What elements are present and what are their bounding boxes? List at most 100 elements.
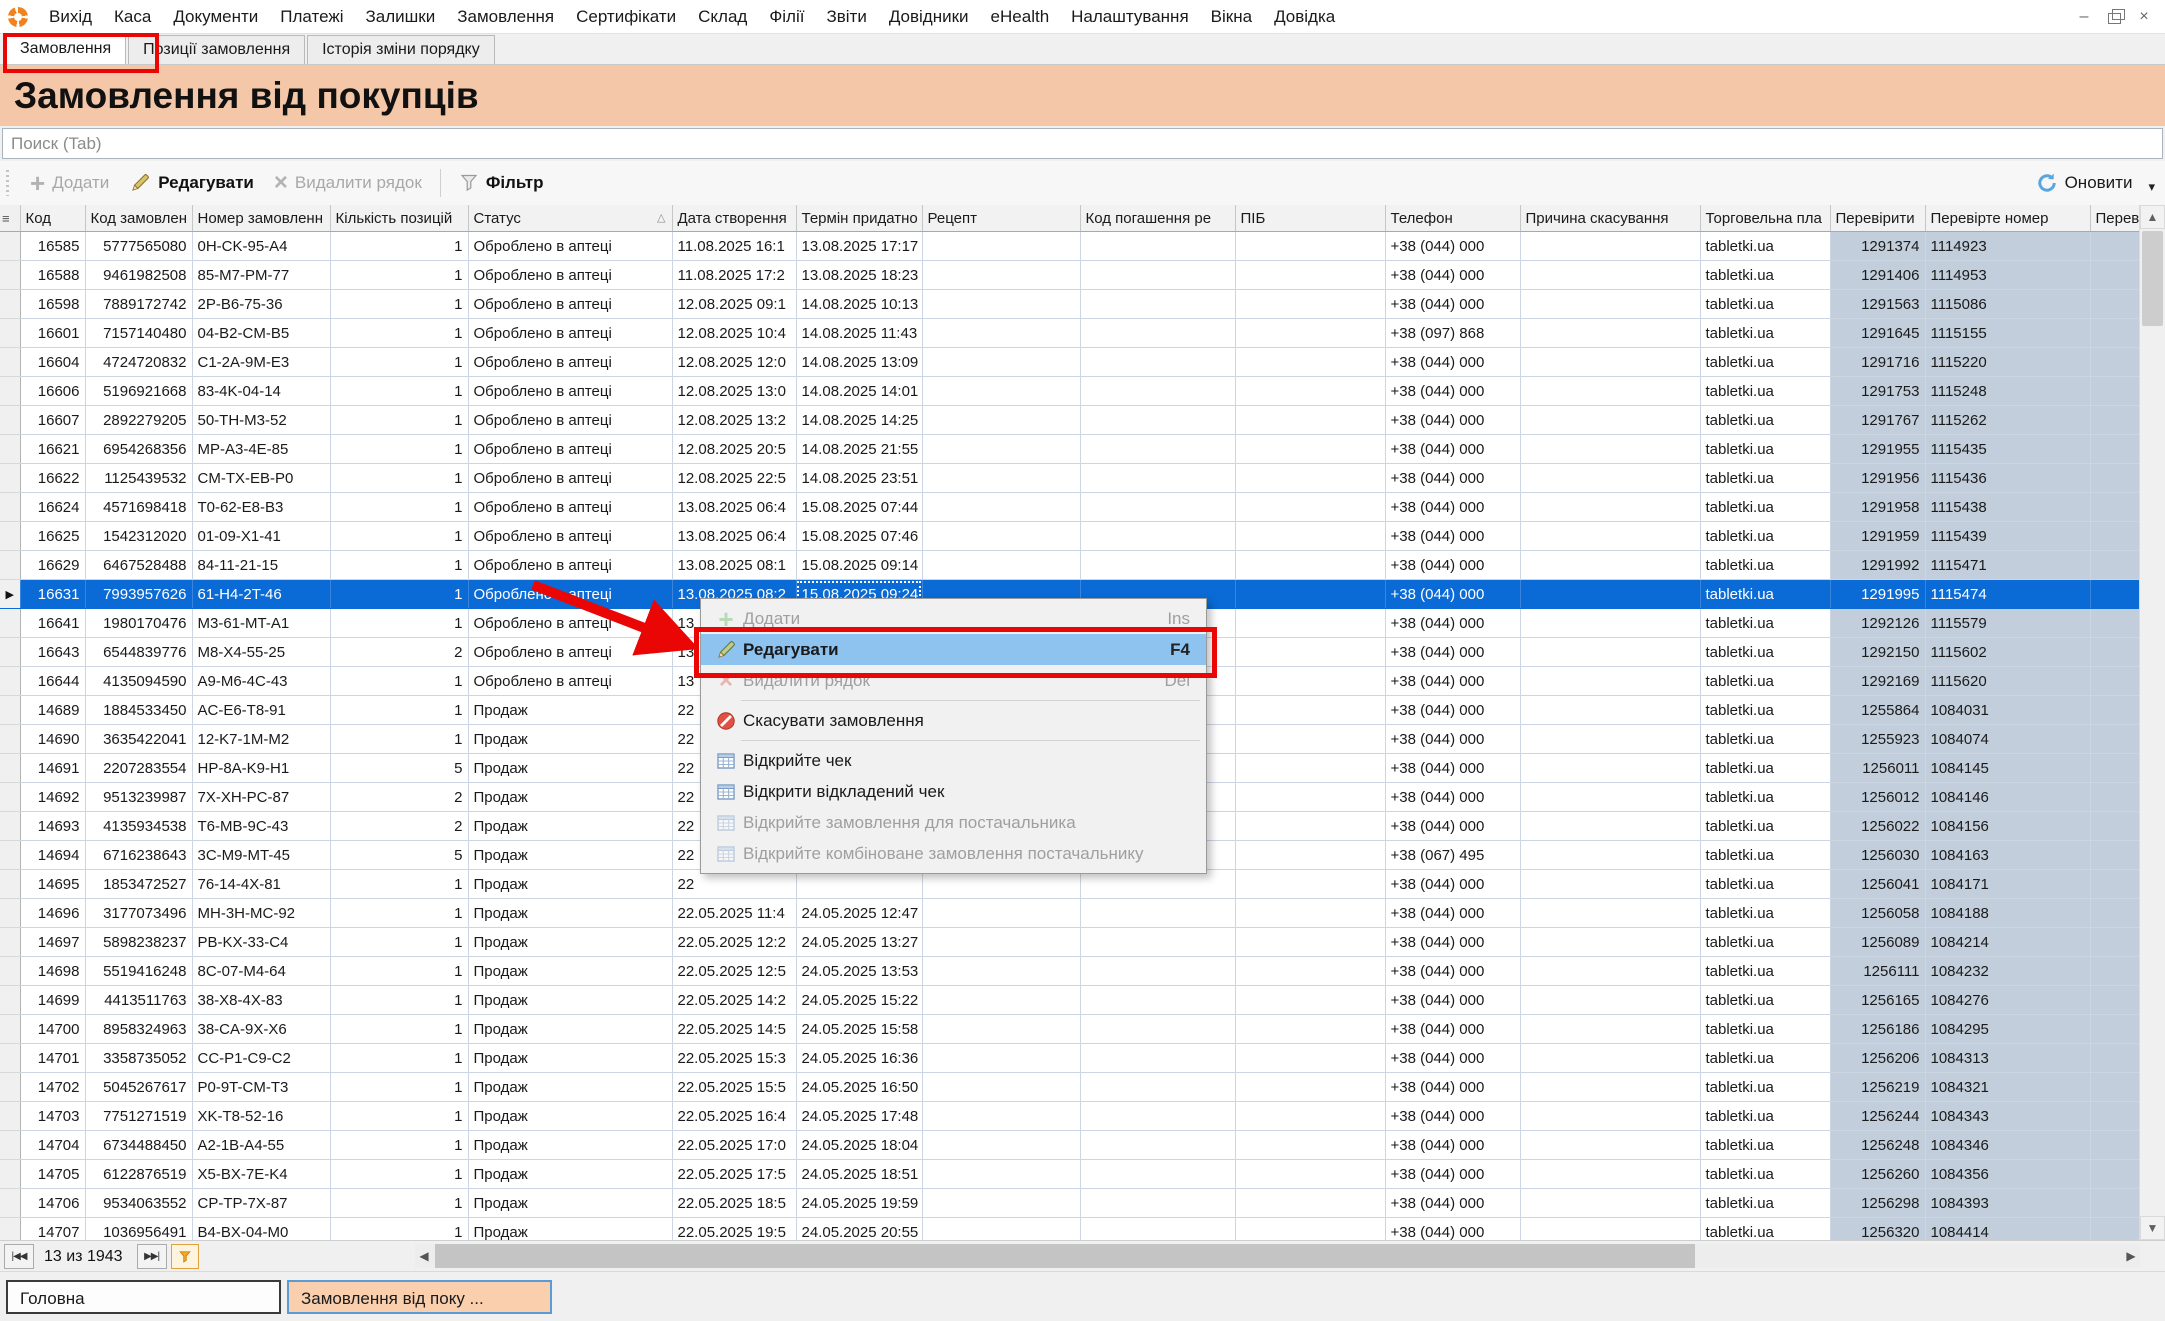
cell-Перевірт [2090,348,2140,377]
column-header-Торговельна пла[interactable]: Торговельна пла [1700,205,1830,232]
context-menu-item-Відкрийте чек[interactable]: Відкрийте чек [701,745,1206,776]
tab-Позиції замовлення[interactable]: Позиції замовлення [128,35,305,64]
table-row[interactable]: 147025045267617P0-9T-CM-T31Продаж22.05.2… [0,1073,2140,1102]
table-row[interactable]: 16607289227920550-TH-M3-521Оброблено в а… [0,406,2140,435]
table-row[interactable]: 166216954268356MP-A3-4E-851Оброблено в а… [0,435,2140,464]
column-header-Номер замовленн[interactable]: Номер замовленн [192,205,330,232]
table-row[interactable]: 147046734488450A2-1B-A4-551Продаж22.05.2… [0,1131,2140,1160]
table-row[interactable]: 14700895832496338-CA-9X-X61Продаж22.05.2… [0,1015,2140,1044]
column-header-ПІБ[interactable]: ПІБ [1235,205,1385,232]
menu-item-Залишки[interactable]: Залишки [355,7,447,27]
scroll-left-icon[interactable]: ◀ [415,1244,433,1268]
cell-Перевірте номер: 1115474 [1925,580,2090,609]
menu-item-Довідка[interactable]: Довідка [1263,7,1346,27]
scroll-up-icon[interactable]: ▲ [2140,205,2165,229]
table-row[interactable]: 16629646752848884-11-21-151Оброблено в а… [0,551,2140,580]
cell-Код замовлен: 1853472527 [85,870,192,899]
menu-item-Замовлення[interactable]: Замовлення [446,7,565,27]
vertical-scrollbar[interactable]: ▲ ▼ [2139,205,2165,1240]
first-page-button[interactable]: |◀◀ [4,1244,34,1269]
menu-item-Вихід[interactable]: Вихід [38,7,103,27]
table-row[interactable]: 166044724720832C1-2A-9M-E31Оброблено в а… [0,348,2140,377]
minimize-button[interactable]: – [2069,5,2099,29]
menu-item-Сертифікати[interactable]: Сертифікати [565,7,687,27]
menu-item-Каса[interactable]: Каса [103,7,162,27]
table-row[interactable]: 146963177073496MH-3H-MC-921Продаж22.05.2… [0,899,2140,928]
column-header-Перевірити[interactable]: Перевірити [1830,205,1925,232]
menu-item-Філії[interactable]: Філії [758,7,815,27]
pager-filter-button[interactable] [171,1244,199,1269]
column-header-Код замовлен[interactable]: Код замовлен [85,205,192,232]
grid-menu-icon: ≡ [2,211,10,226]
cell-Код погашення ре [1080,464,1235,493]
edit-button[interactable]: Редагувати [119,166,264,200]
cell-Причина скасування [1520,1160,1700,1189]
scroll-right-icon[interactable]: ▶ [2122,1244,2140,1268]
taskbar-button-Замовлення від поку ...[interactable]: Замовлення від поку ... [287,1280,552,1314]
menu-item-Довідники[interactable]: Довідники [878,7,980,27]
column-header-Перевірте номер[interactable]: Перевірте номер [1925,205,2090,232]
menu-item-eHealth[interactable]: eHealth [980,7,1061,27]
table-row[interactable]: 147056122876519X5-BX-7E-K41Продаж22.05.2… [0,1160,2140,1189]
toolbar-grip-handle[interactable] [6,170,12,196]
table-row[interactable]: 16601715714048004-B2-CM-B51Оброблено в а… [0,319,2140,348]
menu-item-Документи[interactable]: Документи [162,7,269,27]
column-header-Кількість позицій[interactable]: Кількість позицій [330,205,468,232]
cell-Перевірити: 1256219 [1830,1073,1925,1102]
cell-ПІБ [1235,232,1385,261]
menu-separator [741,700,1200,701]
tab-Замовлення[interactable]: Замовлення [5,33,126,64]
table-row[interactable]: 16588946198250885-M7-PM-771Оброблено в а… [0,261,2140,290]
column-header-Причина скасування[interactable]: Причина скасування [1520,205,1700,232]
column-header-Статус[interactable]: Статус△ [468,205,672,232]
vertical-scrollbar-thumb[interactable] [2142,231,2163,326]
column-header-Перевірт[interactable]: Перевірт [2090,205,2140,232]
menu-item-Звіти[interactable]: Звіти [815,7,877,27]
cell-ПІБ [1235,1131,1385,1160]
close-button[interactable]: × [2129,5,2159,29]
table-row[interactable]: 146975898238237PB-KX-33-C41Продаж22.05.2… [0,928,2140,957]
context-menu-item-Редагувати[interactable]: РедагуватиF4 [701,634,1206,665]
scroll-down-icon[interactable]: ▼ [2140,1216,2165,1240]
table-row[interactable]: 1659878891727422P-B6-75-361Оброблено в а… [0,290,2140,319]
column-header-Код погашення ре[interactable]: Код погашення ре [1080,205,1235,232]
table-row[interactable]: 16625154231202001-09-X1-411Оброблено в а… [0,522,2140,551]
last-page-button[interactable]: ▶▶| [137,1244,167,1269]
column-header-Телефон[interactable]: Телефон [1385,205,1520,232]
column-header-Дата створення[interactable]: Дата створення [672,205,796,232]
table-row[interactable]: 166221125439532CM-TX-EB-P01Оброблено в а… [0,464,2140,493]
cell-Рецепт [922,1189,1080,1218]
table-row[interactable]: 14699441351176338-X8-4X-831Продаж22.05.2… [0,986,2140,1015]
column-header-Код[interactable]: Код [20,205,85,232]
table-row[interactable]: 147071036956491B4-BX-04-M01Продаж22.05.2… [0,1218,2140,1241]
cell-Причина скасування [1520,377,1700,406]
cell-Код: 16643 [20,638,85,667]
table-row[interactable]: 16606519692166883-4K-04-141Оброблено в а… [0,377,2140,406]
table-row[interactable]: 1469855194162488C-07-M4-641Продаж22.05.2… [0,957,2140,986]
column-header-Рецепт[interactable]: Рецепт [922,205,1080,232]
table-row[interactable]: 1658557775650800H-CK-95-A41Оброблено в а… [0,232,2140,261]
menu-item-Вікна[interactable]: Вікна [1200,7,1263,27]
taskbar-button-Головна[interactable]: Головна [6,1280,281,1314]
table-row[interactable]: 147069534063552CP-TP-7X-871Продаж22.05.2… [0,1189,2140,1218]
context-menu-item-Відкрити відкладений чек[interactable]: Відкрити відкладений чек [701,776,1206,807]
horizontal-scrollbar-thumb[interactable] [435,1244,1695,1268]
context-menu-item-Скасувати замовлення[interactable]: Скасувати замовлення [701,705,1206,736]
filter-button[interactable]: Фільтр [449,166,554,200]
cell-Код: 16606 [20,377,85,406]
table-row[interactable]: 166244571698418T0-62-E8-B31Оброблено в а… [0,493,2140,522]
tab-Історія зміни порядку[interactable]: Історія зміни порядку [307,35,495,64]
cell-Кількість позицій: 1 [330,1102,468,1131]
chevron-down-icon[interactable]: ▾ [2148,179,2155,195]
horizontal-scrollbar[interactable]: ◀ ▶ [415,1244,2140,1268]
menu-item-Платежі[interactable]: Платежі [269,7,354,27]
search-input[interactable] [2,128,2163,159]
refresh-button[interactable]: Оновити [2026,166,2143,200]
column-header-Термін придатно[interactable]: Термін придатно [796,205,922,232]
table-row[interactable]: 147037751271519XK-T8-52-161Продаж22.05.2… [0,1102,2140,1131]
restore-button[interactable] [2099,5,2129,29]
table-row[interactable]: 147013358735052CC-P1-C9-C21Продаж22.05.2… [0,1044,2140,1073]
menu-item-Склад[interactable]: Склад [687,7,758,27]
menu-item-Налаштування[interactable]: Налаштування [1060,7,1200,27]
cell-Перевірити: 1256320 [1830,1218,1925,1241]
